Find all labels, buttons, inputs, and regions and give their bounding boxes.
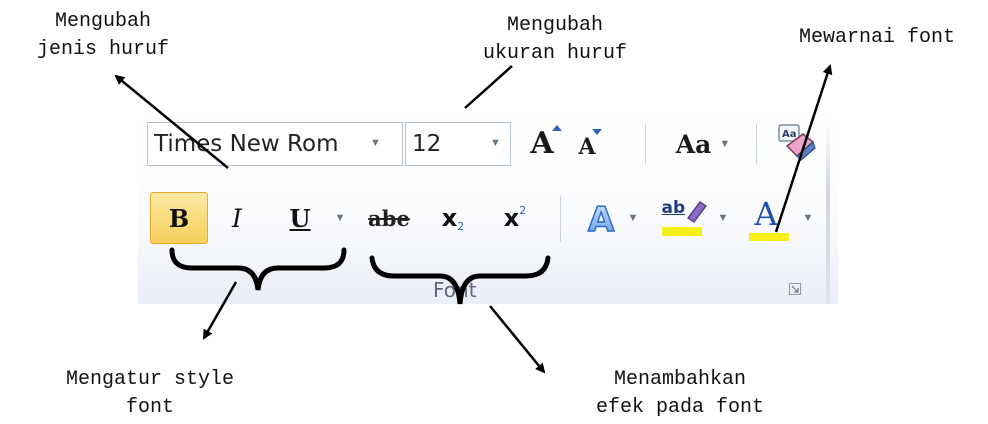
annotation-font-color: Mewarnai font xyxy=(770,24,984,52)
text-effects-button[interactable]: A A ▼ xyxy=(574,192,646,244)
clear-formatting-button[interactable]: Aa xyxy=(770,120,822,166)
change-case-button[interactable]: Aa ▼ xyxy=(668,122,738,166)
font-group-panel: Times New Rom ▼ 12 ▼ A A Aa ▼ Aa B I U ▼… xyxy=(138,100,838,304)
superscript-button[interactable]: x 2 xyxy=(490,194,540,242)
group-label: Font xyxy=(433,278,477,302)
annotation-font-effect: Menambahkan efek pada font xyxy=(560,366,800,422)
strikethrough-label: abe xyxy=(368,205,410,231)
text-effects-icon: A xyxy=(587,199,616,239)
svg-text:A: A xyxy=(588,200,615,239)
font-color-swatch xyxy=(748,233,789,241)
underline-button[interactable]: U xyxy=(278,194,322,242)
bold-label: B xyxy=(168,203,190,233)
annotation-font-type: Mengubah jenis huruf xyxy=(8,8,198,64)
chevron-down-icon: ▼ xyxy=(802,212,814,224)
strikethrough-button[interactable]: abe xyxy=(364,194,414,242)
annotation-line: Menambahkan xyxy=(613,368,747,391)
highlight-pen-icon: ab xyxy=(660,196,708,240)
font-color-icon: A xyxy=(748,195,789,241)
font-name-value: Times New Rom xyxy=(154,131,339,157)
superscript-mark: 2 xyxy=(519,203,527,217)
group-divider xyxy=(826,120,830,304)
bold-button[interactable]: B xyxy=(150,192,208,244)
chevron-down-icon: ▼ xyxy=(719,138,731,150)
clear-formatting-icon: Aa xyxy=(778,124,816,161)
grow-font-label: A xyxy=(530,125,554,161)
annotation-line: Mewarnai font xyxy=(798,26,956,49)
annotation-line: Mengubah xyxy=(506,14,603,37)
grow-font-button[interactable]: A xyxy=(522,120,562,166)
toolbar-separator xyxy=(645,124,646,164)
font-color-button[interactable]: A ▼ xyxy=(742,192,820,244)
font-size-value: 12 xyxy=(412,131,442,157)
font-color-label: A xyxy=(754,195,778,233)
annotation-line: efek pada font xyxy=(595,396,765,419)
highlight-button[interactable]: ab ▼ xyxy=(652,192,736,244)
annotation-line: ukuran huruf xyxy=(482,42,628,65)
underline-label: U xyxy=(289,203,311,233)
triangle-up-icon xyxy=(552,125,562,131)
subscript-button[interactable]: x 2 xyxy=(428,194,478,242)
chevron-down-icon[interactable]: ▼ xyxy=(490,137,501,149)
shrink-font-button[interactable]: A xyxy=(568,122,606,166)
subscript-label: x xyxy=(441,204,458,232)
subscript-mark: 2 xyxy=(457,219,465,233)
font-name-combobox[interactable]: Times New Rom ▼ xyxy=(147,122,403,166)
annotation-line: jenis huruf xyxy=(36,38,170,61)
change-case-label: Aa xyxy=(675,129,712,159)
italic-button[interactable]: I xyxy=(214,194,260,242)
svg-text:Aa: Aa xyxy=(782,129,797,140)
triangle-down-icon xyxy=(592,129,602,135)
annotation-line: Mengubah xyxy=(54,10,151,33)
annotation-line: Mengatur style xyxy=(65,368,235,391)
annotation-line: font xyxy=(125,396,174,419)
font-size-combobox[interactable]: 12 ▼ xyxy=(405,122,511,166)
toolbar-separator xyxy=(756,124,757,164)
superscript-label: x xyxy=(503,204,520,232)
underline-dropdown[interactable]: ▼ xyxy=(332,208,348,228)
chevron-down-icon: ▼ xyxy=(334,212,346,224)
chevron-down-icon[interactable]: ▼ xyxy=(370,137,381,149)
arrow-to-effect-label xyxy=(489,305,546,374)
annotation-font-style: Mengatur style font xyxy=(30,366,270,422)
shrink-font-label: A xyxy=(578,134,596,160)
chevron-down-icon: ▼ xyxy=(627,212,639,224)
chevron-down-icon: ▼ xyxy=(717,212,729,224)
dialog-launcher-icon[interactable] xyxy=(789,283,801,295)
annotation-font-size: Mengubah ukuran huruf xyxy=(455,12,655,68)
toolbar-separator xyxy=(560,196,561,242)
italic-label: I xyxy=(232,203,242,233)
